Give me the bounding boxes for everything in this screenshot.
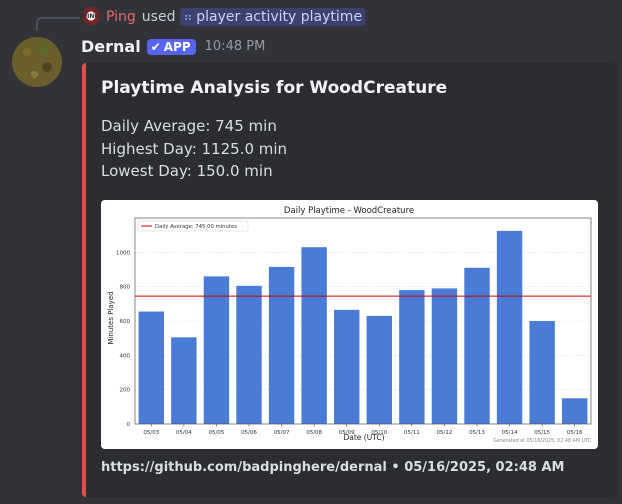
- message-header: Dernal ✔ APP 10:48 PM: [81, 37, 265, 56]
- x-tick-label: 05/10: [371, 430, 387, 436]
- y-tick-label: 600: [120, 319, 131, 325]
- x-tick-label: 05/16: [567, 430, 583, 436]
- reply-avatar-text: PING: [82, 12, 100, 20]
- bar-05/11: [399, 290, 425, 424]
- author-avatar[interactable]: [12, 37, 62, 87]
- x-tick-label: 05/06: [241, 430, 257, 436]
- x-tick-label: 05/13: [469, 430, 485, 436]
- y-tick-label: 0: [127, 422, 131, 428]
- x-tick-label: 05/05: [208, 430, 224, 436]
- x-tick-label: 05/07: [274, 430, 290, 436]
- bar-05/12: [431, 288, 458, 424]
- bar-05/16: [562, 398, 588, 424]
- bar-05/09: [334, 309, 360, 424]
- lowest-day-line: Lowest Day: 150.0 min: [101, 162, 273, 180]
- x-tick-label: 05/15: [534, 430, 550, 436]
- bar-05/04: [171, 337, 197, 424]
- chart-image[interactable]: Daily Playtime - WoodCreature Date (UTC)…: [101, 200, 598, 449]
- chart-ylabel: Minutes Played: [107, 291, 115, 344]
- bar-05/06: [236, 285, 262, 424]
- bar-05/07: [268, 266, 295, 424]
- playtime-chart: Daily Playtime - WoodCreature Date (UTC)…: [101, 200, 598, 449]
- embed: Playtime Analysis for WoodCreature Daily…: [82, 63, 617, 497]
- reply-username[interactable]: Ping: [106, 8, 136, 26]
- bar-05/08: [301, 247, 327, 424]
- bar-05/03: [138, 311, 164, 424]
- bar-05/13: [464, 267, 490, 424]
- embed-footer: https://github.com/badpinghere/dernal • …: [101, 460, 565, 475]
- reply-connector: [36, 17, 80, 31]
- reply-used-text: used: [141, 9, 176, 25]
- command-name: player activity playtime: [196, 9, 363, 25]
- chart-title: Daily Playtime - WoodCreature: [284, 206, 414, 216]
- bar-05/10: [366, 315, 392, 424]
- y-tick-label: 800: [120, 285, 131, 291]
- bar-05/14: [496, 230, 523, 424]
- app-badge: ✔ APP: [146, 38, 196, 55]
- x-tick-label: 05/12: [436, 430, 452, 436]
- embed-description: Daily Average: 745 min Highest Day: 1125…: [101, 115, 287, 183]
- x-tick-label: 05/11: [404, 430, 420, 436]
- command-chip[interactable]: ⠶ player activity playtime: [180, 8, 366, 26]
- bar-05/05: [203, 276, 230, 424]
- x-tick-label: 05/04: [176, 430, 192, 436]
- chart-generated-note: Generated at 05/16/2025, 02:48 AM UTC: [493, 438, 591, 444]
- y-tick-label: 1000: [116, 250, 130, 256]
- author-name[interactable]: Dernal: [81, 37, 141, 56]
- y-tick-label: 400: [120, 353, 131, 359]
- message-timestamp[interactable]: 10:48 PM: [205, 39, 266, 54]
- bar-05/15: [529, 321, 555, 424]
- x-tick-label: 05/03: [143, 430, 159, 436]
- y-tick-label: 200: [120, 388, 131, 394]
- reply-avatar[interactable]: PING: [82, 7, 100, 25]
- app-badge-label: APP: [163, 39, 191, 54]
- embed-title: Playtime Analysis for WoodCreature: [101, 78, 448, 98]
- x-tick-label: 05/14: [502, 430, 518, 436]
- x-tick-label: 05/08: [306, 430, 322, 436]
- slash-command-icon: ⠶: [183, 10, 193, 24]
- x-tick-label: 05/09: [339, 430, 355, 436]
- daily-average-line: Daily Average: 745 min: [101, 117, 277, 135]
- reply-context: Ping used ⠶ player activity playtime: [106, 8, 366, 26]
- legend-label: Daily Average: 745.00 minutes: [155, 224, 237, 230]
- verified-check-icon: ✔: [150, 39, 161, 54]
- highest-day-line: Highest Day: 1125.0 min: [101, 139, 288, 158]
